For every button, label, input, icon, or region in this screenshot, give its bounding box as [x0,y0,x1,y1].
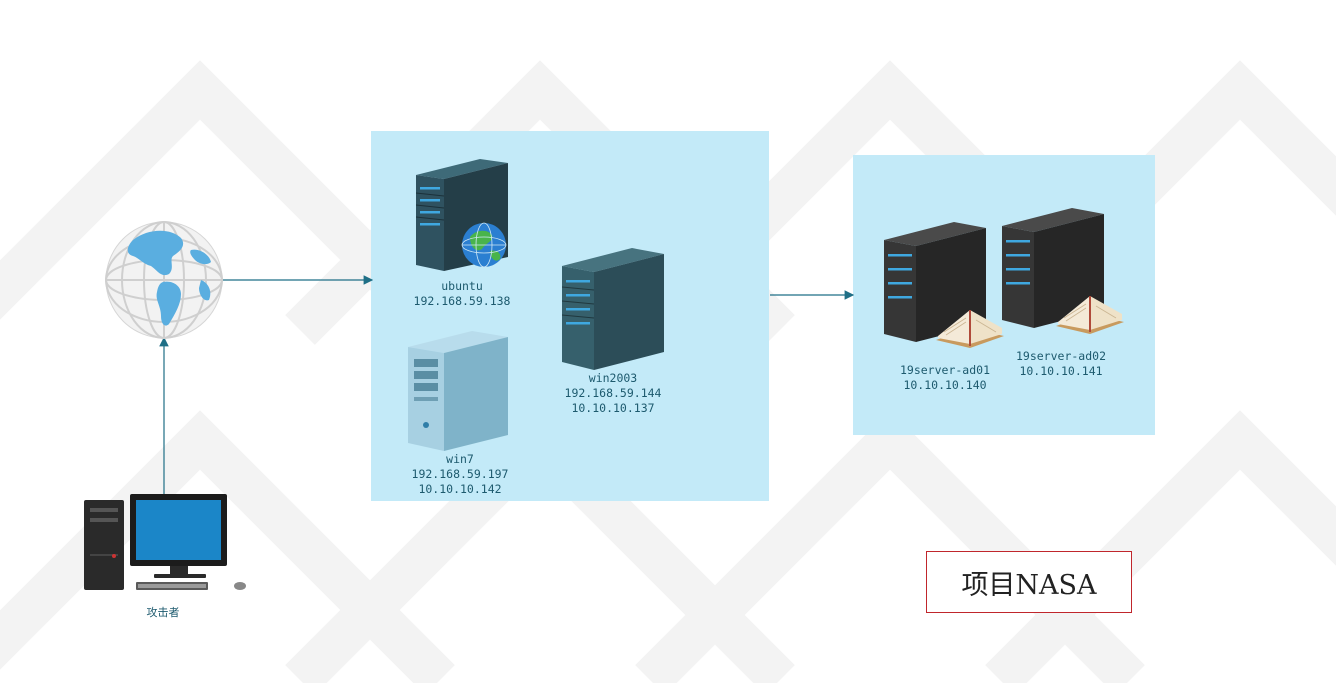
globe-icon [105,221,223,339]
ad02-label: 19server-ad02 10.10.10.141 [999,349,1123,379]
directory-server-icon [884,222,1004,348]
project-title: 项目NASA [961,569,1097,601]
pc-tower-icon [408,331,508,451]
ad01-name: 19server-ad01 [899,363,990,377]
win7-ip2: 10.10.10.142 [418,482,502,496]
ad01-label: 19server-ad01 10.10.10.140 [883,363,1007,393]
win2003-label: win2003 192.168.59.144 10.10.10.137 [551,371,675,416]
ad01-node [884,218,1006,366]
project-title-box: 项目NASA [926,551,1132,613]
web-server-icon [415,159,508,271]
attacker-node [82,494,252,594]
ubuntu-label: ubuntu 192.168.59.138 [401,279,523,309]
win2003-name: win2003 [588,371,638,385]
ubuntu-node [415,153,512,273]
server-tower-icon [561,248,664,370]
desktop-computer-icon [84,494,246,590]
attacker-label: 攻击者 [123,605,203,620]
internet-node [103,220,225,340]
win2003-node [561,244,666,372]
win7-label: win7 192.168.59.197 10.10.10.142 [398,452,522,497]
ubuntu-ip: 192.168.59.138 [413,294,511,308]
win2003-ip1: 192.168.59.144 [564,386,662,400]
win2003-ip2: 10.10.10.137 [571,401,655,415]
ad02-name: 19server-ad02 [1015,349,1106,363]
attacker-name: 攻击者 [146,606,180,619]
win7-node [408,327,510,453]
win7-name: win7 [446,452,474,466]
ubuntu-name: ubuntu [441,279,483,293]
ad02-node [1002,204,1126,354]
ad01-ip: 10.10.10.140 [903,378,987,392]
win7-ip1: 192.168.59.197 [411,467,509,481]
directory-server-icon [1002,208,1124,334]
ad02-ip: 10.10.10.141 [1019,364,1103,378]
